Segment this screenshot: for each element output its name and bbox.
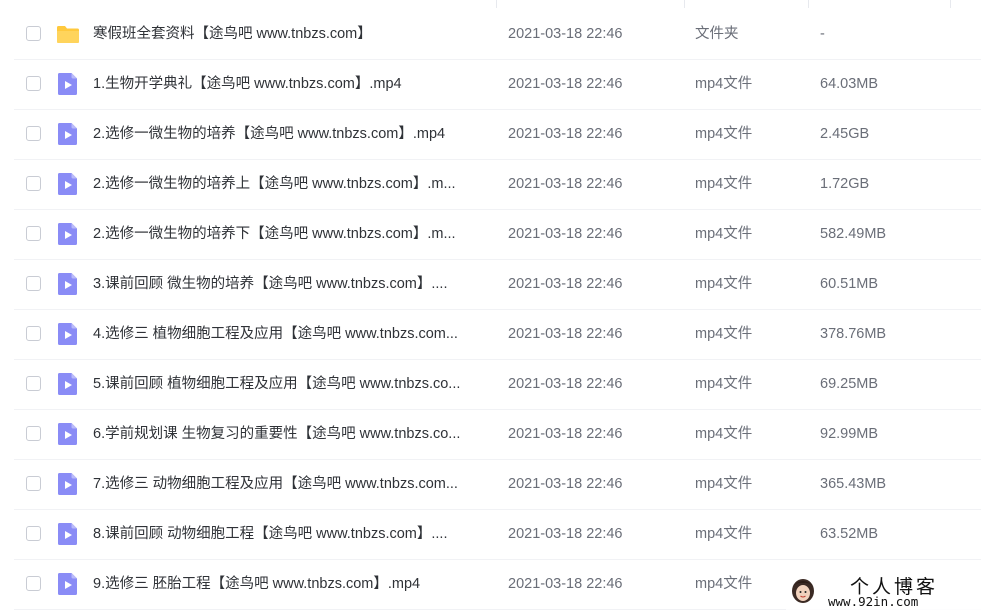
modified-date: 2021-03-18 22:46 bbox=[508, 526, 623, 542]
modified-date: 2021-03-18 22:46 bbox=[508, 376, 623, 392]
row-checkbox[interactable] bbox=[26, 576, 41, 591]
modified-date: 2021-03-18 22:46 bbox=[508, 126, 623, 142]
file-size: 582.49MB bbox=[820, 226, 887, 242]
modified-date: 2021-03-18 22:46 bbox=[508, 276, 623, 292]
file-row[interactable]: 6.学前规划课 生物复习的重要性【途鸟吧 www.tnbzs.co... 2021… bbox=[0, 410, 981, 460]
file-size: 64.03MB bbox=[820, 76, 879, 92]
file-row[interactable]: 4.选修三 植物细胞工程及应用【途鸟吧 www.tnbzs.com... 2021… bbox=[0, 310, 981, 360]
file-type: mp4文件 bbox=[695, 376, 753, 392]
file-type: mp4文件 bbox=[695, 576, 753, 592]
file-name[interactable]: 5.课前回顾 植物细胞工程及应用【途鸟吧 www.tnbzs.co... bbox=[93, 360, 488, 408]
file-row[interactable]: 8.课前回顾 动物细胞工程【途鸟吧 www.tnbzs.com】.... 2021… bbox=[0, 510, 981, 560]
file-size: 365.43MB bbox=[820, 476, 887, 492]
file-name[interactable]: 2.选修一微生物的培养【途鸟吧 www.tnbzs.com】.mp4 bbox=[93, 110, 488, 158]
watermark-url: www.92in.com bbox=[828, 594, 919, 609]
video-file-icon bbox=[56, 522, 80, 546]
file-row[interactable]: 寒假班全套资料【途鸟吧 www.tnbzs.com】 2021-03-18 22:… bbox=[0, 10, 981, 60]
row-checkbox[interactable] bbox=[26, 426, 41, 441]
video-file-icon bbox=[56, 72, 80, 96]
file-type: mp4文件 bbox=[695, 526, 753, 542]
row-checkbox[interactable] bbox=[26, 176, 41, 191]
file-row[interactable]: 7.选修三 动物细胞工程及应用【途鸟吧 www.tnbzs.com... 2021… bbox=[0, 460, 981, 510]
modified-date: 2021-03-18 22:46 bbox=[508, 76, 623, 92]
modified-date: 2021-03-18 22:46 bbox=[508, 26, 623, 42]
row-checkbox[interactable] bbox=[26, 376, 41, 391]
file-type: 文件夹 bbox=[695, 26, 739, 42]
file-name[interactable]: 4.选修三 植物细胞工程及应用【途鸟吧 www.tnbzs.com... bbox=[93, 310, 488, 358]
avatar-icon bbox=[790, 576, 816, 604]
modified-date: 2021-03-18 22:46 bbox=[508, 426, 623, 442]
video-file-icon bbox=[56, 372, 80, 396]
modified-date: 2021-03-18 22:46 bbox=[508, 176, 623, 192]
file-type: mp4文件 bbox=[695, 476, 753, 492]
video-file-icon bbox=[56, 572, 80, 596]
row-checkbox[interactable] bbox=[26, 226, 41, 241]
video-file-icon bbox=[56, 272, 80, 296]
video-file-icon bbox=[56, 122, 80, 146]
file-row[interactable]: 5.课前回顾 植物细胞工程及应用【途鸟吧 www.tnbzs.co... 2021… bbox=[0, 360, 981, 410]
modified-date: 2021-03-18 22:46 bbox=[508, 476, 623, 492]
column-divider bbox=[684, 0, 685, 8]
file-row[interactable]: 3.课前回顾 微生物的培养【途鸟吧 www.tnbzs.com】.... 2021… bbox=[0, 260, 981, 310]
row-checkbox[interactable] bbox=[26, 476, 41, 491]
video-file-icon bbox=[56, 172, 80, 196]
file-size: 2.45GB bbox=[820, 126, 870, 142]
file-type: mp4文件 bbox=[695, 226, 753, 242]
modified-date: 2021-03-18 22:46 bbox=[508, 326, 623, 342]
video-file-icon bbox=[56, 322, 80, 346]
file-type: mp4文件 bbox=[695, 76, 753, 92]
row-checkbox[interactable] bbox=[26, 126, 41, 141]
row-checkbox[interactable] bbox=[26, 276, 41, 291]
row-checkbox[interactable] bbox=[26, 526, 41, 541]
file-row[interactable]: 2.选修一微生物的培养上【途鸟吧 www.tnbzs.com】.m... 2021… bbox=[0, 160, 981, 210]
watermark: 个人博客 www.92in.com bbox=[786, 570, 981, 613]
file-name[interactable]: 2.选修一微生物的培养上【途鸟吧 www.tnbzs.com】.m... bbox=[93, 160, 488, 208]
file-type: mp4文件 bbox=[695, 426, 753, 442]
video-file-icon bbox=[56, 422, 80, 446]
file-name[interactable]: 6.学前规划课 生物复习的重要性【途鸟吧 www.tnbzs.co... bbox=[93, 410, 488, 458]
file-type: mp4文件 bbox=[695, 276, 753, 292]
file-size: 60.51MB bbox=[820, 276, 879, 292]
modified-date: 2021-03-18 22:46 bbox=[508, 576, 623, 592]
file-name[interactable]: 8.课前回顾 动物细胞工程【途鸟吧 www.tnbzs.com】.... bbox=[93, 510, 488, 558]
row-checkbox[interactable] bbox=[26, 26, 41, 41]
file-name[interactable]: 1.生物开学典礼【途鸟吧 www.tnbzs.com】.mp4 bbox=[93, 60, 488, 108]
file-size: 69.25MB bbox=[820, 376, 879, 392]
video-file-icon bbox=[56, 222, 80, 246]
file-size: 63.52MB bbox=[820, 526, 879, 542]
file-size: - bbox=[820, 26, 825, 42]
file-type: mp4文件 bbox=[695, 326, 753, 342]
column-divider bbox=[808, 0, 809, 8]
file-row[interactable]: 2.选修一微生物的培养【途鸟吧 www.tnbzs.com】.mp4 2021-0… bbox=[0, 110, 981, 160]
column-divider bbox=[496, 0, 497, 8]
file-name[interactable]: 2.选修一微生物的培养下【途鸟吧 www.tnbzs.com】.m... bbox=[93, 210, 488, 258]
file-type: mp4文件 bbox=[695, 126, 753, 142]
file-row[interactable]: 1.生物开学典礼【途鸟吧 www.tnbzs.com】.mp4 2021-03-1… bbox=[0, 60, 981, 110]
file-list: 寒假班全套资料【途鸟吧 www.tnbzs.com】 2021-03-18 22:… bbox=[0, 0, 981, 613]
file-type: mp4文件 bbox=[695, 176, 753, 192]
file-size: 378.76MB bbox=[820, 326, 887, 342]
file-size: 92.99MB bbox=[820, 426, 879, 442]
file-name[interactable]: 3.课前回顾 微生物的培养【途鸟吧 www.tnbzs.com】.... bbox=[93, 260, 488, 308]
file-row[interactable]: 2.选修一微生物的培养下【途鸟吧 www.tnbzs.com】.m... 2021… bbox=[0, 210, 981, 260]
row-checkbox[interactable] bbox=[26, 76, 41, 91]
column-divider bbox=[950, 0, 951, 8]
file-name[interactable]: 7.选修三 动物细胞工程及应用【途鸟吧 www.tnbzs.com... bbox=[93, 460, 488, 508]
video-file-icon bbox=[56, 472, 80, 496]
folder-icon bbox=[56, 22, 80, 46]
row-checkbox[interactable] bbox=[26, 326, 41, 341]
file-size: 1.72GB bbox=[820, 176, 870, 192]
file-name[interactable]: 寒假班全套资料【途鸟吧 www.tnbzs.com】 bbox=[93, 10, 488, 58]
modified-date: 2021-03-18 22:46 bbox=[508, 226, 623, 242]
file-name[interactable]: 9.选修三 胚胎工程【途鸟吧 www.tnbzs.com】.mp4 bbox=[93, 560, 488, 608]
